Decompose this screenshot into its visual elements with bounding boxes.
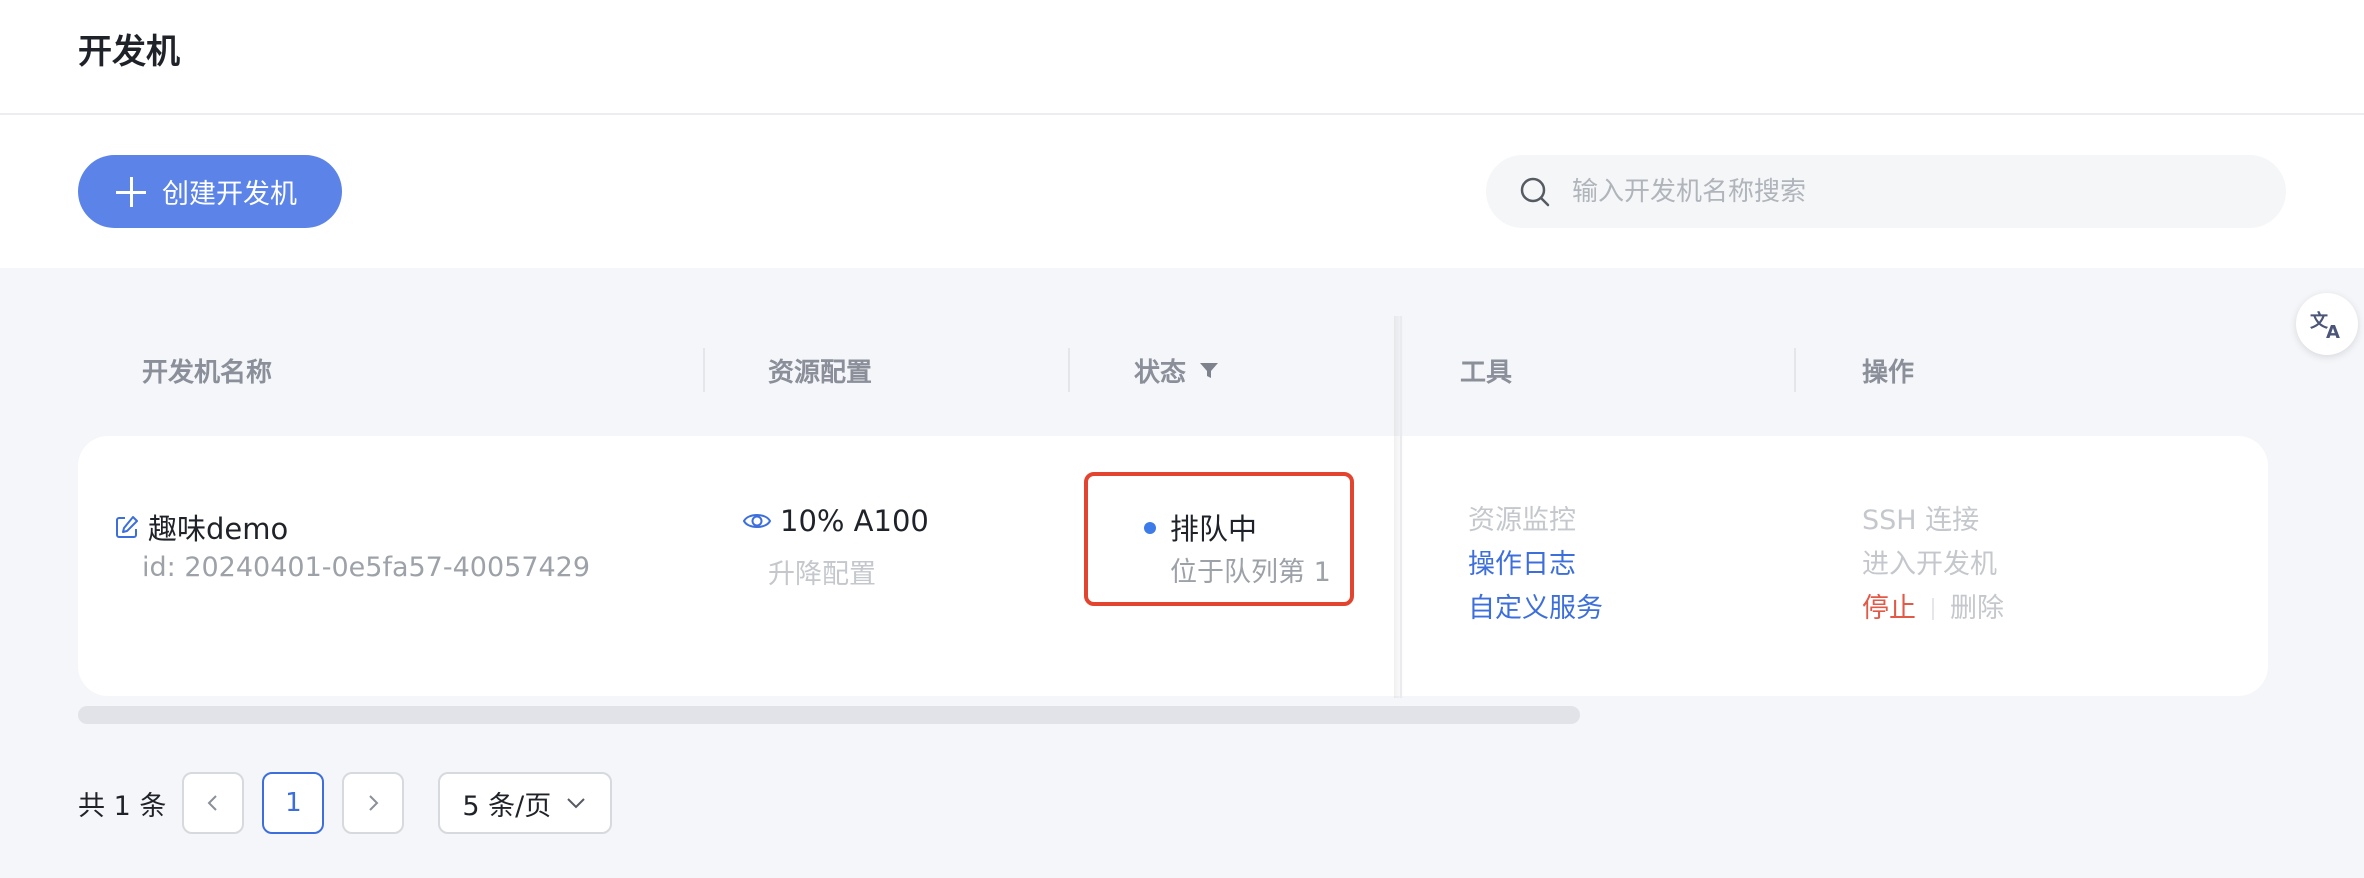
search-input[interactable] (1572, 176, 2252, 207)
plus-icon (116, 176, 146, 207)
devmachine-name: 趣味demo (148, 512, 289, 546)
resource-monitor-link[interactable]: 资源监控 (1468, 498, 1576, 537)
custom-service-link[interactable]: 自定义服务 (1468, 586, 1603, 625)
pagination: 共 1 条 1 5 条/页 (78, 772, 613, 834)
status-label: 排队中 (1170, 512, 1258, 546)
page-button-1[interactable]: 1 (262, 772, 325, 834)
svg-text:A: A (2326, 322, 2340, 343)
create-button-label: 创建开发机 (162, 179, 297, 210)
page-title: 开发机 (78, 32, 180, 72)
search-box[interactable] (1486, 155, 2286, 228)
search-icon (1520, 177, 1550, 206)
create-devmachine-button[interactable]: 创建开发机 (78, 155, 342, 228)
enter-devmachine-link[interactable]: 进入开发机 (1862, 542, 1997, 581)
column-divider[interactable] (703, 348, 705, 392)
status-highlight-box: 排队中 位于队列第 1 位 (1084, 472, 1354, 606)
column-header-tools: 工具 (1460, 357, 1513, 388)
column-divider[interactable] (1794, 348, 1796, 392)
column-header-status: 状态 (1134, 318, 1220, 422)
resize-config-link[interactable]: 升降配置 (768, 552, 876, 591)
page-size-select[interactable]: 5 条/页 (438, 772, 613, 834)
next-page-button[interactable] (342, 772, 405, 834)
chevron-right-icon (369, 795, 379, 811)
row-actions: 停止 删除 (1862, 586, 2004, 625)
filter-icon[interactable] (1198, 359, 1220, 381)
status-dot (1144, 522, 1156, 534)
ssh-connect-link[interactable]: SSH 连接 (1862, 498, 1979, 537)
edit-icon[interactable] (114, 514, 140, 540)
column-divider[interactable] (1068, 348, 1070, 392)
chevron-left-icon (207, 795, 218, 811)
delete-link[interactable]: 删除 (1950, 593, 2004, 624)
resource-cell: 10% A100 (742, 504, 929, 538)
column-header-status-label: 状态 (1134, 357, 1187, 388)
stop-link[interactable]: 停止 (1862, 593, 1916, 624)
devmachine-id: id: 20240401-0e5fa57-40057429 (142, 552, 591, 583)
action-divider (1932, 598, 1934, 620)
fixed-column-shadow (1394, 316, 1404, 698)
resource-config: 10% A100 (780, 504, 929, 538)
horizontal-scrollbar[interactable] (78, 706, 1580, 724)
column-header-name: 开发机名称 (142, 357, 273, 388)
chevron-down-icon (567, 798, 585, 809)
prev-page-button[interactable] (182, 772, 245, 834)
operation-log-link[interactable]: 操作日志 (1468, 542, 1576, 581)
devmachine-name-cell: 趣味demo (114, 506, 288, 548)
page-size-value: 5 条/页 (462, 790, 552, 822)
table-row: 趣味demo id: 20240401-0e5fa57-40057429 10%… (78, 436, 2268, 696)
translate-button[interactable]: 文 A (2296, 293, 2358, 355)
page-header: 开发机 (0, 0, 2364, 115)
total-count: 共 1 条 (78, 790, 167, 822)
translate-icon: 文 A (2310, 310, 2340, 343)
queue-position: 位于队列第 1 位 (1170, 557, 1340, 588)
fixed-column-divider (1400, 316, 1402, 698)
column-header-actions: 操作 (1862, 357, 1915, 388)
eye-icon[interactable] (742, 506, 772, 536)
column-header-resource: 资源配置 (768, 357, 873, 388)
table-header: 开发机名称 资源配置 状态 工具 操作 (78, 318, 2268, 422)
toolbar: 创建开发机 (0, 115, 2364, 268)
